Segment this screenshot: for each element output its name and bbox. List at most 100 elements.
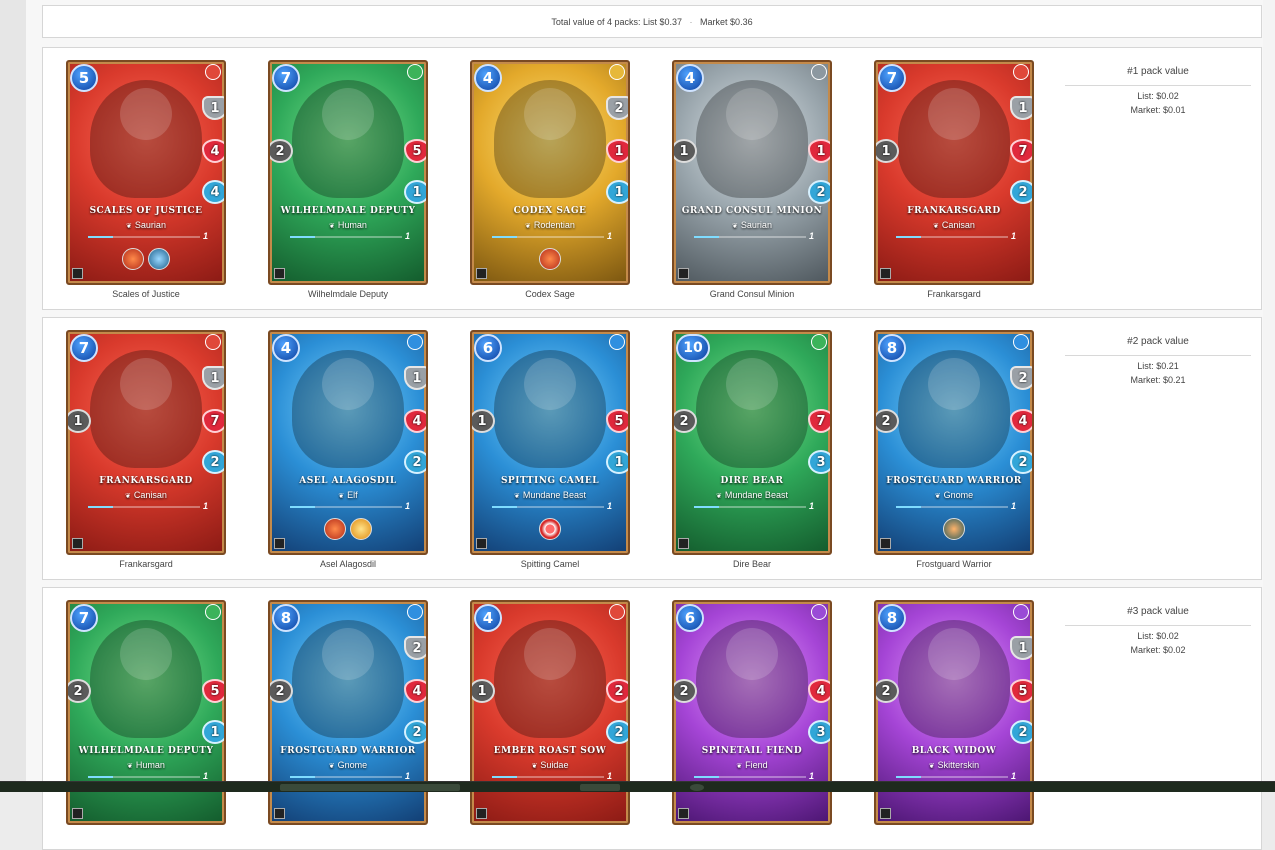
ability-sun-icon[interactable]: [350, 518, 372, 540]
abilities: [472, 518, 628, 545]
card-caption[interactable]: Asel Alagosdil: [267, 559, 429, 569]
health-stat: 4: [808, 679, 830, 703]
speed-stat: 2: [202, 450, 224, 474]
card-slot[interactable]: 7 5 1 2 WILHELMDALE DEPUTY ❦ Human 1 Wilhelmdale…: [267, 60, 429, 299]
card-race: ❦ Saurian: [674, 220, 830, 230]
taskbar-item[interactable]: [280, 784, 460, 791]
mana-cost: 4: [474, 604, 502, 632]
card-caption[interactable]: Wilhelmdale Deputy: [267, 289, 429, 299]
health-stat: 5: [606, 409, 628, 433]
armor-stat: 2: [1010, 366, 1032, 390]
card[interactable]: 7 1 7 2 1 FRANKARSGARD ❦ Canisan 1: [874, 60, 1034, 285]
card-race: ❦ Skitterskin: [876, 760, 1032, 770]
race-label: Suidae: [540, 760, 569, 770]
paw-icon: ❦: [125, 493, 131, 500]
card[interactable]: 6 5 1 1 SPITTING CAMEL ❦ Mundane Beast 1: [470, 330, 630, 555]
level-progress: [694, 506, 806, 508]
pack-results: Total value of 4 packs: List $0.37 · Mar…: [26, 0, 1263, 850]
armor-stat: 1: [404, 366, 426, 390]
paw-icon: ❦: [329, 223, 335, 230]
ability-sneak-icon[interactable]: [943, 518, 965, 540]
health-stat: 7: [202, 409, 224, 433]
attack-stat: 2: [270, 679, 293, 703]
health-stat: 1: [606, 139, 628, 163]
element-icon: [1013, 604, 1029, 620]
card-slot[interactable]: 10 7 3 2 DIRE BEAR ❦ Mundane Beast 1 Dire Bear: [671, 330, 833, 569]
attack-stat: 2: [674, 409, 697, 433]
card-art: [494, 350, 606, 468]
taskbar: [0, 781, 1275, 792]
race-label: Saurian: [134, 220, 166, 230]
card-slot[interactable]: 7 1 7 2 1 FRANKARSGARD ❦ Canisan 1 Frankarsgard: [873, 60, 1035, 299]
card-race: ❦ Human: [68, 760, 224, 770]
card-slot[interactable]: 7 1 7 2 1 FRANKARSGARD ❦ Canisan 1 Frankarsgard: [65, 330, 227, 569]
element-icon: [811, 334, 827, 350]
ability-water-icon[interactable]: [148, 248, 170, 270]
scrollbar-track[interactable]: [1263, 0, 1275, 792]
card[interactable]: 8 2 4 2 2 FROSTGUARD WARRIOR ❦ Gnome 1: [874, 330, 1034, 555]
ability-fire-icon[interactable]: [539, 248, 561, 270]
pack-market-value: Market: $0.21: [1130, 375, 1186, 385]
card[interactable]: 7 1 7 2 1 FRANKARSGARD ❦ Canisan 1: [66, 330, 226, 555]
edition-icon: [274, 268, 285, 279]
element-icon: [609, 334, 625, 350]
card-slot[interactable]: 8 2 4 2 2 FROSTGUARD WARRIOR ❦ Gnome 1 Frostguard…: [873, 330, 1035, 569]
speed-stat: 3: [808, 720, 830, 744]
card-name: FRANKARSGARD: [907, 206, 1001, 216]
element-icon: [407, 334, 423, 350]
attack-stat: 1: [68, 409, 91, 433]
card-caption[interactable]: Dire Bear: [671, 559, 833, 569]
attack-stat: 1: [674, 139, 697, 163]
card-caption[interactable]: Frankarsgard: [873, 289, 1035, 299]
pack-value-title: #2 pack value: [1065, 336, 1251, 356]
card-caption[interactable]: Spitting Camel: [469, 559, 631, 569]
taskbar-item[interactable]: [690, 784, 704, 791]
speed-stat: 2: [606, 720, 628, 744]
card-caption[interactable]: Frankarsgard: [65, 559, 227, 569]
mana-cost: 6: [474, 334, 502, 362]
card[interactable]: 10 7 3 2 DIRE BEAR ❦ Mundane Beast 1: [672, 330, 832, 555]
edition-icon: [476, 268, 487, 279]
card-name: BLACK WIDOW: [911, 746, 997, 756]
card-level: 1: [404, 501, 410, 511]
taskbar-item[interactable]: [580, 784, 620, 791]
card-caption[interactable]: Codex Sage: [469, 289, 631, 299]
card[interactable]: 4 1 4 2 ASEL ALAGOSDIL ❦ Elf 1: [268, 330, 428, 555]
level-progress: [88, 776, 200, 778]
card-caption[interactable]: Scales of Justice: [65, 289, 227, 299]
health-stat: 7: [1010, 139, 1032, 163]
abilities: [270, 518, 426, 545]
card-slot[interactable]: 4 1 2 1 GRAND CONSUL MINION ❦ Saurian 1 Grand Co…: [671, 60, 833, 299]
card[interactable]: 4 2 1 1 CODEX SAGE ❦ Rodentian 1: [470, 60, 630, 285]
card-slot[interactable]: 4 1 4 2 ASEL ALAGOSDIL ❦ Elf 1 Asel Alagosdil: [267, 330, 429, 569]
mana-cost: 4: [474, 64, 502, 92]
card[interactable]: 5 1 4 4 SCALES OF JUSTICE ❦ Saurian 1: [66, 60, 226, 285]
card-name: WILHELMDALE DEPUTY: [280, 206, 416, 216]
pack-row-3: 7 5 1 2 WILHELMDALE DEPUTY ❦ Human 1 8 2 4 2 2 FROSTG…: [42, 587, 1262, 850]
ability-fire-icon[interactable]: [122, 248, 144, 270]
ability-target-icon[interactable]: [539, 518, 561, 540]
pack-market-value: Market: $0.02: [1130, 645, 1186, 655]
level-progress: [492, 506, 604, 508]
card-slot[interactable]: 4 2 1 1 CODEX SAGE ❦ Rodentian 1 Codex Sage: [469, 60, 631, 299]
card-race: ❦ Human: [270, 220, 426, 230]
pack-list-value: List: $0.02: [1137, 91, 1179, 101]
abilities: [472, 248, 628, 275]
card-caption[interactable]: Grand Consul Minion: [671, 289, 833, 299]
mana-cost: 7: [70, 604, 98, 632]
card-caption[interactable]: Frostguard Warrior: [873, 559, 1035, 569]
card[interactable]: 4 1 2 1 GRAND CONSUL MINION ❦ Saurian 1: [672, 60, 832, 285]
speed-stat: 4: [202, 180, 224, 204]
ability-fire-icon[interactable]: [324, 518, 346, 540]
card[interactable]: 7 5 1 2 WILHELMDALE DEPUTY ❦ Human 1: [268, 60, 428, 285]
element-icon: [1013, 64, 1029, 80]
level-progress: [896, 236, 1008, 238]
armor-stat: 2: [404, 636, 426, 660]
attack-stat: 1: [472, 409, 495, 433]
card-slot[interactable]: 6 5 1 1 SPITTING CAMEL ❦ Mundane Beast 1 Spittin…: [469, 330, 631, 569]
speed-stat: 1: [202, 720, 224, 744]
health-stat: 4: [404, 679, 426, 703]
card-slot[interactable]: 5 1 4 4 SCALES OF JUSTICE ❦ Saurian 1 Scales of …: [65, 60, 227, 299]
mana-cost: 7: [272, 64, 300, 92]
pack-value-title: #1 pack value: [1065, 66, 1251, 86]
